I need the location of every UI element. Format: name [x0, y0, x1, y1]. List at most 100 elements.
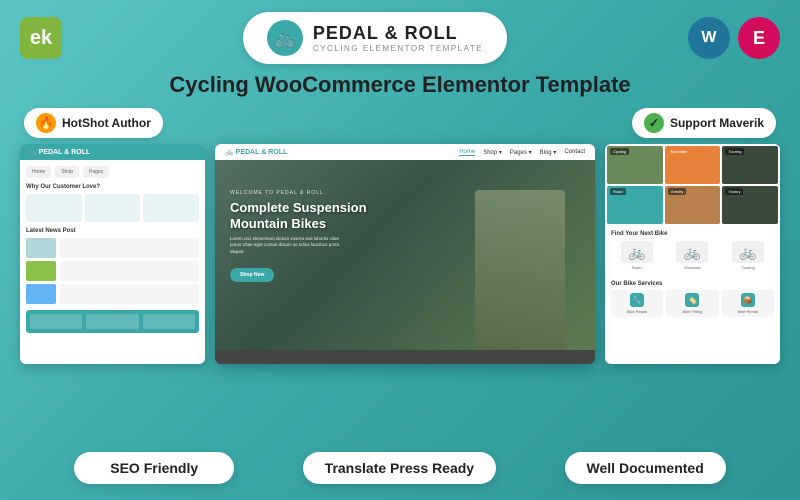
right-icons: W E	[688, 17, 780, 59]
pl-footer-col	[86, 314, 138, 329]
pr-bike: 🚲 Mountain	[676, 241, 708, 270]
pl-section-title: Why Our Customer Love?	[26, 184, 199, 190]
support-badge-label: Support Maverik	[670, 116, 764, 130]
pc-hero: WELCOME TO PEDAL & ROLL Complete Suspens…	[215, 160, 595, 350]
pl-footer	[26, 310, 199, 333]
pc-hero-title: Complete SuspensionMountain Bikes	[230, 200, 367, 231]
pl-news-item	[26, 238, 199, 258]
pl-card	[143, 194, 199, 222]
pc-hero-person	[475, 190, 565, 350]
pr-service-icon: 🏷️	[685, 293, 699, 307]
pr-service-icon: 🔧	[630, 293, 644, 307]
pl-footer-col	[30, 314, 82, 329]
pl-news	[26, 238, 199, 304]
center-logo: 🚲 PEDAL & ROLL CYCLING ELEMENTOR TEMPLAT…	[243, 12, 507, 64]
pr-grid-label: Touring	[725, 148, 744, 155]
pr-grid-item: Mountain	[665, 146, 721, 184]
pr-grid: Cycling Mountain Touring Road Gravity Vi…	[605, 144, 780, 226]
pr-bike-img: 🚲	[732, 241, 764, 263]
wordpress-icon: W	[688, 17, 730, 59]
logo-subtitle: CYCLING ELEMENTOR TEMPLATE	[313, 44, 483, 53]
pl-card	[26, 194, 82, 222]
pr-service-label: Bike Fitting	[683, 309, 703, 314]
bottom-badges: SEO Friendly Translate Press Ready Well …	[20, 448, 780, 488]
pr-grid-label: Victory	[725, 188, 743, 195]
pl-news-img	[26, 238, 56, 258]
pl-news-item	[26, 261, 199, 281]
pr-bike: 🚲 Touring	[732, 241, 764, 270]
nav-pages: Pages ▾	[510, 149, 532, 156]
previews-area: 🚲 PEDAL & ROLL Home Shop Pages Why Our C…	[20, 144, 780, 440]
pl-news-text	[60, 238, 199, 258]
nav-home: Home	[459, 149, 475, 156]
envato-icon: ek	[20, 17, 62, 59]
pr-bike-label: Road	[632, 265, 642, 270]
elementor-icon: E	[738, 17, 780, 59]
pr-grid-label: Road	[610, 188, 626, 195]
pl-news-img	[26, 284, 56, 304]
pr-bike-img: 🚲	[676, 241, 708, 263]
pr-services: 🔧 Bike Repair 🏷️ Bike Fitting 📦 Bike Ren…	[605, 290, 780, 317]
pr-service-icon: 📦	[741, 293, 755, 307]
preview-left-header: 🚲 PEDAL & ROLL	[20, 144, 205, 160]
logo-icon: 🚲	[267, 20, 303, 56]
main-container: ek 🚲 PEDAL & ROLL CYCLING ELEMENTOR TEMP…	[0, 0, 800, 500]
envato-label: ek	[30, 27, 52, 50]
pl-nav-item: Home	[26, 166, 51, 178]
pr-section: Find Your Next Bike 🚲 Road 🚲 Mountain 🚲 …	[605, 226, 780, 281]
author-badge-label: HotShot Author	[62, 116, 151, 130]
pr-service: 🔧 Bike Repair	[611, 290, 663, 317]
pr-section-title: Find Your Next Bike	[611, 231, 774, 237]
pr-grid-item: Cycling	[607, 146, 663, 184]
shop-now-button[interactable]: Shop Now	[230, 268, 274, 282]
pc-hero-subtitle: WELCOME TO PEDAL & ROLL	[230, 190, 367, 196]
page-title: Cycling WooCommerce Elementor Template	[169, 72, 630, 98]
pr-service-label: Bike Rental	[738, 309, 758, 314]
pl-footer-row	[30, 314, 195, 329]
pc-hero-content: WELCOME TO PEDAL & ROLL Complete Suspens…	[230, 190, 367, 282]
pl-nav-item: Shop	[55, 166, 79, 178]
pr-service: 📦 Bike Rental	[722, 290, 774, 317]
pl-news-item	[26, 284, 199, 304]
pr-bike-label: Touring	[742, 265, 755, 270]
support-badge: ✓ Support Maverik	[632, 108, 776, 138]
pc-navbar-logo: 🚲 PEDAL & ROLL	[225, 148, 287, 156]
support-badge-icon: ✓	[644, 113, 664, 133]
preview-right: Cycling Mountain Touring Road Gravity Vi…	[605, 144, 780, 364]
pl-card	[85, 194, 141, 222]
preview-left: 🚲 PEDAL & ROLL Home Shop Pages Why Our C…	[20, 144, 205, 364]
pc-navbar: 🚲 PEDAL & ROLL Home Shop ▾ Pages ▾ Blog …	[215, 144, 595, 160]
pc-hero-desc: Lorem orci elementum dictum viverra sed …	[230, 236, 350, 255]
badge-bar: 🔥 HotShot Author ✓ Support Maverik	[20, 108, 780, 138]
pr-service-label: Bike Repair	[627, 309, 648, 314]
pr-service: 🏷️ Bike Fitting	[666, 290, 718, 317]
pl-news-text	[60, 261, 199, 281]
pl-nav-item: Pages	[83, 166, 109, 178]
nav-contact: Contact	[564, 149, 585, 155]
documented-badge: Well Documented	[565, 452, 726, 484]
author-badge: 🔥 HotShot Author	[24, 108, 163, 138]
preview-center: 🚲 PEDAL & ROLL Home Shop ▾ Pages ▾ Blog …	[215, 144, 595, 364]
pr-grid-label: Gravity	[668, 188, 687, 195]
pr-grid-label: Cycling	[610, 148, 629, 155]
pr-grid-item: Road	[607, 186, 663, 224]
pr-grid-item: Gravity	[665, 186, 721, 224]
nav-shop: Shop ▾	[483, 149, 502, 156]
pl-news-text	[60, 284, 199, 304]
translate-badge: Translate Press Ready	[303, 452, 496, 484]
author-badge-icon: 🔥	[36, 113, 56, 133]
pc-navbar-links: Home Shop ▾ Pages ▾ Blog ▾ Contact	[459, 149, 585, 156]
pr-bikes: 🚲 Road 🚲 Mountain 🚲 Touring	[611, 241, 774, 270]
pr-bike-img: 🚲	[621, 241, 653, 263]
pl-nav: Home Shop Pages	[26, 166, 199, 178]
logo-text-block: PEDAL & ROLL CYCLING ELEMENTOR TEMPLATE	[313, 23, 483, 53]
pr-grid-label: Mountain	[668, 148, 690, 155]
pl-footer-col	[143, 314, 195, 329]
pr-grid-item: Victory	[722, 186, 778, 224]
top-bar: ek 🚲 PEDAL & ROLL CYCLING ELEMENTOR TEMP…	[20, 12, 780, 64]
pl-news-img	[26, 261, 56, 281]
seo-badge: SEO Friendly	[74, 452, 234, 484]
pl-cards	[26, 194, 199, 222]
pr-grid-item: Touring	[722, 146, 778, 184]
pr-services-title: Our Bike Services	[605, 281, 780, 287]
